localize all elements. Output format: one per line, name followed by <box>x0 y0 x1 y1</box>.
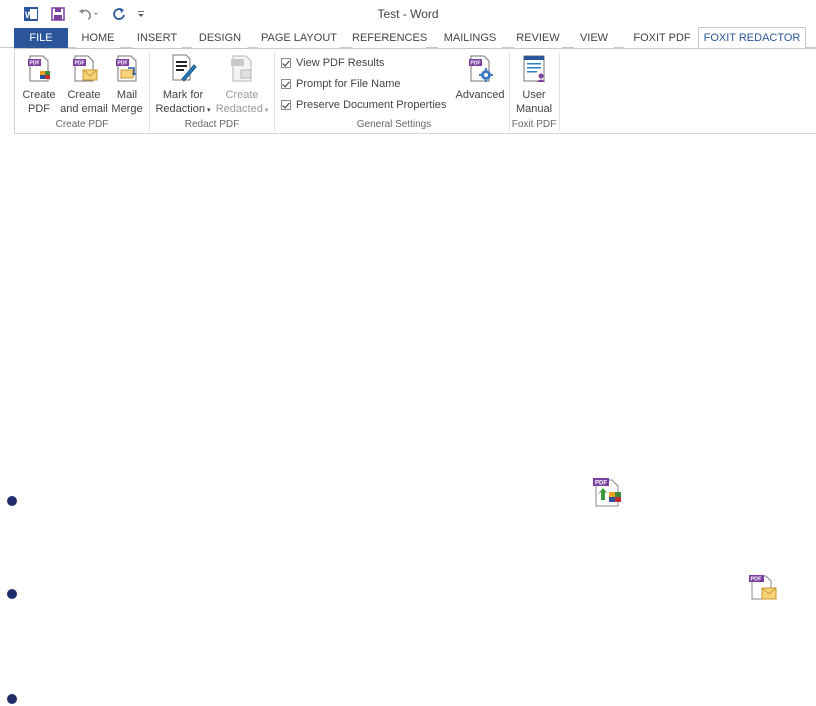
mark-for-redaction-button[interactable]: Mark for Redaction ▾ <box>153 53 213 118</box>
user-manual-label-2: Manual <box>515 103 553 115</box>
create-and-email-icon: PDF <box>748 573 780 608</box>
user-manual-label-1: User <box>522 89 546 101</box>
list-bullet <box>7 694 17 704</box>
advanced-label: Advanced <box>455 89 505 101</box>
checkbox-checked-icon <box>281 79 291 89</box>
view-pdf-results-label: View PDF Results <box>296 57 385 69</box>
tab-insert[interactable]: INSERT <box>132 28 182 48</box>
tab-page-layout[interactable]: PAGE LAYOUT <box>258 28 340 48</box>
advanced-settings-icon: PDF <box>469 55 493 82</box>
group-separator <box>149 53 150 131</box>
create-and-email-button[interactable]: PDF Create and email <box>59 53 109 116</box>
create-pdf-icon: PDF <box>590 476 626 515</box>
mail-merge-label-1: Mail <box>116 89 138 101</box>
mail-merge-icon: PDF <box>116 55 137 82</box>
tab-references[interactable]: REFERENCES <box>352 28 427 48</box>
title-bar: W Test - Word <box>0 0 816 28</box>
tab-design[interactable]: DESIGN <box>192 28 248 48</box>
create-pdf-label-1: Create <box>22 89 56 101</box>
create-and-email-label-2: and email <box>60 103 108 115</box>
mail-merge-label-2: Merge <box>111 103 143 115</box>
group-label-general-settings: General Settings <box>356 119 432 130</box>
group-separator <box>559 53 560 131</box>
create-redacted-label-1: Create <box>225 89 259 101</box>
list-bullet <box>7 496 17 506</box>
create-and-email-icon: PDF <box>73 55 98 82</box>
tab-home[interactable]: HOME <box>76 28 120 48</box>
create-pdf-icon: PDF <box>28 55 50 82</box>
create-redacted-icon <box>231 55 252 82</box>
tab-file[interactable]: FILE <box>14 28 68 48</box>
create-redacted-label-2: Redacted <box>215 103 263 115</box>
svg-text:PDF: PDF <box>471 61 481 67</box>
group-label-create-pdf: Create PDF <box>55 119 109 130</box>
group-separator <box>274 53 275 131</box>
mark-for-redaction-icon <box>172 54 197 82</box>
window-title: Test - Word <box>377 7 439 21</box>
create-pdf-button[interactable]: PDF Create PDF <box>19 53 59 116</box>
create-and-email-label-1: Create <box>67 89 101 101</box>
svg-text:PDF: PDF <box>595 481 607 487</box>
dropdown-arrow-icon: ▾ <box>262 107 269 114</box>
group-separator <box>509 53 510 131</box>
tab-view[interactable]: VIEW <box>574 28 614 48</box>
mail-merge-button[interactable]: PDF Mail Merge <box>109 53 145 116</box>
create-redacted-button[interactable]: Create Redacted ▾ <box>213 53 271 118</box>
ribbon-panel: PDF Create PDF PDF Create and email PDF … <box>14 48 816 134</box>
checkbox-checked-icon <box>281 58 291 68</box>
tab-mailings[interactable]: MAILINGS <box>438 28 502 48</box>
prompt-for-file-name-checkbox[interactable]: Prompt for File Name <box>281 76 401 92</box>
checkbox-checked-icon <box>281 100 291 110</box>
user-manual-button[interactable]: User Manual <box>511 53 557 116</box>
mark-for-redaction-label-2: Redaction <box>155 103 206 115</box>
group-label-redact-pdf: Redact PDF <box>184 119 240 130</box>
user-manual-icon <box>523 55 545 82</box>
tab-foxit-pdf[interactable]: FOXIT PDF <box>624 28 700 48</box>
document-area[interactable] <box>0 134 816 706</box>
svg-text:PDF: PDF <box>30 61 40 67</box>
prompt-for-file-name-label: Prompt for File Name <box>296 78 401 90</box>
advanced-button[interactable]: PDF Advanced <box>451 53 509 102</box>
tab-foxit-redactor[interactable]: FOXIT REDACTOR <box>698 27 806 48</box>
svg-text:PDF: PDF <box>75 61 85 67</box>
view-pdf-results-checkbox[interactable]: View PDF Results <box>281 55 384 71</box>
svg-text:PDF: PDF <box>751 577 763 583</box>
ribbon-tabs: FILE HOME INSERT DESIGN PAGE LAYOUT REFE… <box>14 27 816 48</box>
list-bullet <box>7 589 17 599</box>
dropdown-arrow-icon: ▾ <box>205 107 211 114</box>
preserve-document-properties-label: Preserve Document Properties <box>296 99 447 111</box>
create-pdf-label-2: PDF <box>28 103 50 115</box>
preserve-document-properties-checkbox[interactable]: Preserve Document Properties <box>281 97 446 113</box>
group-label-foxit-pdf: Foxit PDF <box>511 119 557 130</box>
mark-for-redaction-label-1: Mark for <box>162 89 204 101</box>
tab-review[interactable]: REVIEW <box>514 28 562 48</box>
svg-text:PDF: PDF <box>118 61 128 67</box>
